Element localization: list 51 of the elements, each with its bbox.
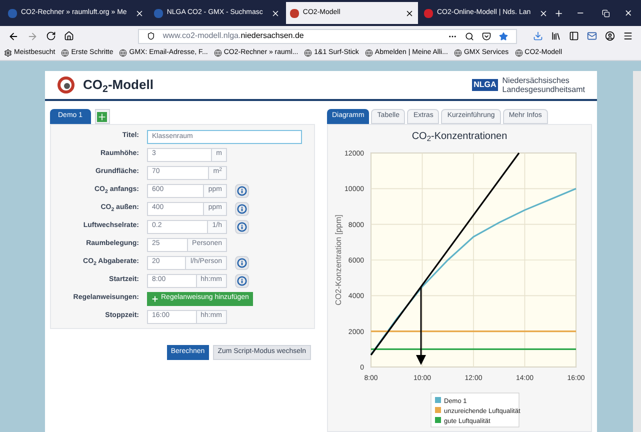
info-icon bbox=[237, 276, 247, 286]
site-title: CO$_{2}$-Modell bbox=[83, 76, 154, 95]
restore-icon[interactable] bbox=[602, 8, 610, 18]
info-button[interactable] bbox=[235, 184, 249, 198]
info-icon bbox=[237, 186, 247, 196]
search-icon[interactable] bbox=[465, 32, 474, 40]
add-tab-button[interactable] bbox=[94, 109, 110, 124]
back-icon[interactable] bbox=[8, 30, 19, 42]
y-axis-label: CO2-Konzentration [ppm] bbox=[334, 214, 343, 306]
agency-name: Niedersächsisches bbox=[502, 76, 570, 85]
close-window-icon[interactable] bbox=[624, 8, 633, 18]
globe-icon bbox=[214, 49, 222, 57]
info-button[interactable] bbox=[235, 220, 249, 234]
shield-icon bbox=[146, 32, 155, 40]
home-icon[interactable] bbox=[64, 31, 74, 41]
new-tab-icon[interactable] bbox=[554, 8, 564, 18]
library-icon[interactable] bbox=[551, 31, 562, 41]
info-icon bbox=[237, 258, 247, 268]
gear-icon bbox=[4, 49, 12, 57]
close-icon[interactable] bbox=[404, 8, 414, 18]
star-icon[interactable] bbox=[499, 32, 508, 40]
info-button[interactable] bbox=[235, 202, 249, 216]
close-icon[interactable] bbox=[539, 8, 548, 18]
reload-icon[interactable] bbox=[46, 31, 56, 41]
account-icon[interactable] bbox=[605, 31, 616, 41]
globe-icon bbox=[119, 49, 128, 57]
globe-icon bbox=[61, 49, 70, 57]
agency-name: Landesgesundheitsamt bbox=[502, 85, 585, 94]
download-icon[interactable] bbox=[533, 31, 544, 41]
pocket-icon[interactable] bbox=[482, 32, 492, 40]
globe-icon bbox=[304, 49, 312, 57]
scrollbar[interactable] bbox=[633, 71, 641, 432]
co2-logo-icon bbox=[57, 76, 75, 94]
info-icon bbox=[237, 204, 247, 214]
address-bar[interactable]: www.co2-modell.nlga.niedersachsen.de bbox=[138, 28, 518, 44]
globe-icon bbox=[454, 49, 462, 57]
mail-icon[interactable] bbox=[587, 31, 598, 41]
info-icon bbox=[237, 222, 247, 232]
close-icon[interactable] bbox=[270, 8, 280, 18]
info-button[interactable] bbox=[235, 274, 249, 288]
plus-icon bbox=[151, 294, 159, 302]
close-icon[interactable] bbox=[134, 8, 144, 18]
info-button[interactable] bbox=[235, 256, 249, 270]
plus-icon bbox=[97, 112, 108, 122]
url-text: www.co2-modell.nlga.niedersachsen.de bbox=[162, 30, 305, 42]
globe-icon bbox=[514, 49, 523, 57]
globe-icon bbox=[364, 49, 373, 57]
sidebar-icon[interactable] bbox=[569, 31, 580, 41]
menu-icon[interactable] bbox=[623, 31, 634, 41]
chart-title: CO$_{2}$-Konzentrationen bbox=[412, 130, 508, 144]
agency-logo: NLGA bbox=[472, 79, 498, 91]
